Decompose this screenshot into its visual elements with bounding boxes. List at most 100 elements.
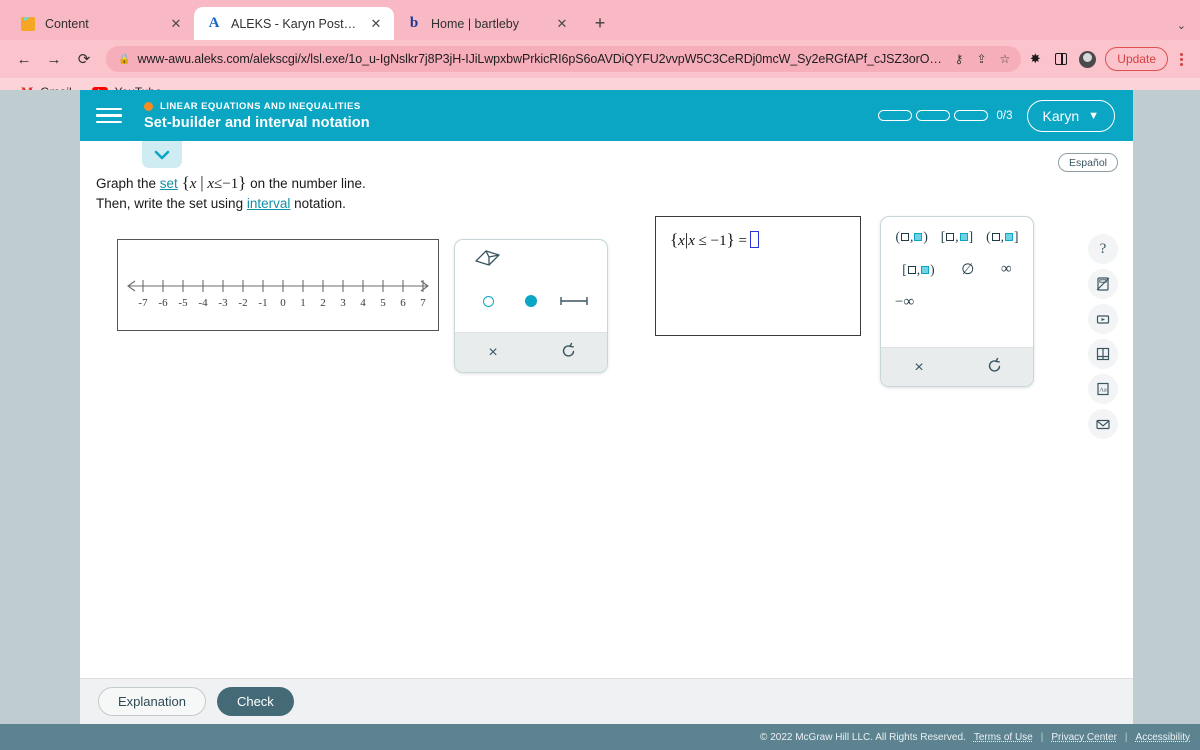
update-button[interactable]: Update: [1105, 47, 1168, 71]
graph-palette-footer: ×: [455, 332, 607, 372]
reference-icon[interactable]: [1088, 339, 1118, 369]
tick-label: 4: [360, 297, 366, 309]
close-icon[interactable]: ✕: [168, 16, 184, 32]
empty-set-button[interactable]: ∅: [961, 260, 974, 279]
placeholder-box: [900, 233, 909, 241]
explanation-button[interactable]: Explanation: [98, 687, 206, 716]
interval-palette: (,) [,] (,] [,) ∅ ∞ −∞ ×: [880, 216, 1034, 387]
browser-menu-icon[interactable]: [1172, 52, 1190, 66]
bartleby-b-icon: b: [409, 15, 419, 31]
negative-infinity-button[interactable]: −∞: [895, 294, 914, 311]
closed-open-interval-button[interactable]: [,): [902, 260, 934, 279]
interval-buttons-grid: (,) [,] (,] [,) ∅ ∞ −∞: [881, 217, 1033, 347]
ans-open-brace: {: [670, 230, 679, 249]
open-circle-tool[interactable]: [471, 290, 505, 312]
q-prefix: Graph the: [96, 176, 160, 191]
tick-label: -4: [198, 297, 208, 309]
set-value: −1: [222, 176, 239, 192]
undo-button[interactable]: [549, 342, 589, 363]
tab-title: Content: [45, 16, 89, 31]
browser-window: Content ✕ A ALEKS - Karyn Post - Learn ✕…: [0, 0, 1200, 750]
answer-input[interactable]: [750, 231, 760, 248]
back-icon[interactable]: ←: [10, 45, 38, 73]
terms-of-use-link[interactable]: Terms of Use: [974, 732, 1033, 743]
answer-box[interactable]: {x|x ≤ −1} =: [655, 216, 861, 336]
placeholder-box: [991, 233, 1000, 241]
number-line-canvas[interactable]: -7 -6 -5 -4 -3 -2 -1 0 1 2 3 4 5 6 7: [117, 239, 439, 331]
chevron-down-icon: ▼: [1088, 109, 1099, 122]
closed-closed-interval-button[interactable]: [,]: [941, 229, 973, 245]
separator: |: [1040, 731, 1044, 743]
user-name: Karyn: [1042, 107, 1080, 124]
browser-tab-bartleby[interactable]: b Home | bartleby ✕: [394, 7, 580, 40]
ans-cond-variable: x: [688, 233, 695, 249]
interval-link[interactable]: interval: [247, 196, 291, 211]
action-bar: Explanation Check: [80, 678, 1133, 724]
ans-value: −1: [710, 233, 727, 249]
tick-label: -1: [258, 297, 267, 309]
placeholder-box-filled: [921, 265, 930, 274]
menu-hamburger-icon[interactable]: [96, 107, 122, 124]
extensions-puzzle-icon[interactable]: ✸: [1023, 46, 1047, 72]
clear-button[interactable]: ×: [899, 359, 939, 377]
side-panel-icon[interactable]: [1049, 46, 1073, 72]
profile-avatar[interactable]: [1075, 46, 1099, 72]
open-closed-interval-button[interactable]: (,]: [986, 229, 1018, 245]
collapse-toggle[interactable]: [142, 141, 182, 168]
glossary-icon[interactable]: Aa: [1088, 374, 1118, 404]
close-icon[interactable]: ✕: [554, 16, 570, 32]
tick-label: -5: [178, 297, 188, 309]
privacy-center-link[interactable]: Privacy Center: [1051, 732, 1117, 743]
tick-label: -2: [238, 297, 247, 309]
ans-close-brace: }: [726, 230, 735, 249]
page-viewport: LINEAR EQUATIONS AND INEQUALITIES Set-bu…: [0, 90, 1200, 750]
bracket-left: [: [940, 229, 946, 244]
aleks-header: LINEAR EQUATIONS AND INEQUALITIES Set-bu…: [80, 90, 1133, 141]
open-open-interval-button[interactable]: (,): [895, 229, 927, 245]
video-icon[interactable]: [1088, 304, 1118, 334]
progress-indicator: 0/3: [877, 110, 1013, 122]
address-bar[interactable]: 🔒 www-awu.aleks.com/alekscgi/x/lsl.exe/1…: [106, 46, 1022, 72]
ans-relation: ≤: [698, 233, 707, 249]
equals-sign: =: [738, 233, 748, 249]
browser-tab-aleks[interactable]: A ALEKS - Karyn Post - Learn ✕: [194, 7, 394, 40]
bracket-right: ]: [1014, 229, 1019, 244]
no-calculator-icon[interactable]: [1088, 269, 1118, 299]
bracket-right: ): [923, 229, 928, 244]
page-title: Set-builder and interval notation: [144, 114, 370, 131]
chevron-down-icon[interactable]: ⌄: [1177, 19, 1186, 32]
closed-circle-tool[interactable]: [514, 290, 548, 312]
espanol-button[interactable]: Español: [1058, 153, 1118, 172]
question-line-1: Graph the set {x | x≤−1} on the number l…: [96, 172, 366, 195]
forward-icon[interactable]: →: [40, 45, 68, 73]
number-line-graphic: -7 -6 -5 -4 -3 -2 -1 0 1 2 3 4 5 6 7: [127, 280, 429, 309]
clear-button[interactable]: ×: [473, 344, 513, 362]
reload-icon[interactable]: ⟳: [70, 45, 98, 73]
answer-expression: {x|x ≤ −1} =: [670, 230, 760, 250]
tab-strip: Content ✕ A ALEKS - Karyn Post - Learn ✕…: [0, 0, 1200, 40]
navigation-bar: ← → ⟳ 🔒 www-awu.aleks.com/alekscgi/x/lsl…: [0, 40, 1200, 78]
infinity-button[interactable]: ∞: [1001, 260, 1012, 279]
placeholder-box: [907, 265, 916, 274]
header-right-group: 0/3 Karyn ▼: [877, 99, 1115, 132]
undo-button[interactable]: [975, 357, 1015, 378]
bookmark-star-icon[interactable]: ☆: [997, 52, 1014, 66]
set-link[interactable]: set: [160, 176, 178, 191]
browser-tab-content[interactable]: Content ✕: [8, 7, 194, 40]
mail-icon[interactable]: [1088, 409, 1118, 439]
password-key-icon[interactable]: ⚷: [952, 52, 967, 66]
tab-title: Home | bartleby: [431, 16, 520, 31]
segment-tool[interactable]: [557, 290, 591, 312]
user-menu-button[interactable]: Karyn ▼: [1026, 99, 1115, 132]
accessibility-link[interactable]: Accessibility: [1136, 732, 1190, 743]
eraser-icon[interactable]: [473, 248, 503, 273]
share-icon[interactable]: ⇪: [973, 52, 989, 66]
tick-label: -6: [158, 297, 168, 309]
close-icon[interactable]: ✕: [368, 16, 384, 32]
help-icon[interactable]: ?: [1088, 234, 1118, 264]
new-tab-button[interactable]: +: [586, 9, 614, 37]
interval-row-3: −∞: [881, 294, 1033, 311]
check-button[interactable]: Check: [216, 687, 294, 716]
bracket-left: [: [902, 261, 907, 277]
tick-label: 5: [380, 297, 386, 309]
